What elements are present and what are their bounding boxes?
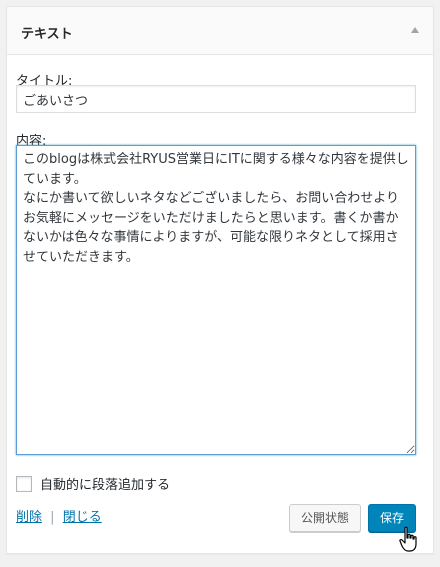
content-textarea[interactable]: このblogは株式会社RYUS営業日にITに関する様々な内容を提供しています。 … [16, 145, 416, 455]
delete-link[interactable]: 削除 [16, 510, 42, 525]
auto-paragraph-checkbox[interactable] [16, 475, 32, 492]
collapse-toggle-icon[interactable] [411, 27, 419, 33]
link-separator: | [50, 510, 55, 525]
widget-control-actions: 削除 | 閉じる [16, 506, 102, 525]
public-status-button[interactable]: 公開状態 [289, 504, 361, 532]
widget-title: テキスト [21, 27, 73, 42]
auto-paragraph-label[interactable]: 自動的に段落追加する [40, 474, 170, 493]
close-link[interactable]: 閉じる [63, 510, 102, 525]
title-input[interactable] [16, 85, 416, 113]
hand-pointer-cursor-icon [399, 526, 417, 552]
widget-header[interactable]: テキスト [7, 7, 433, 55]
auto-paragraph-row[interactable]: 自動的に段落追加する [16, 474, 170, 493]
